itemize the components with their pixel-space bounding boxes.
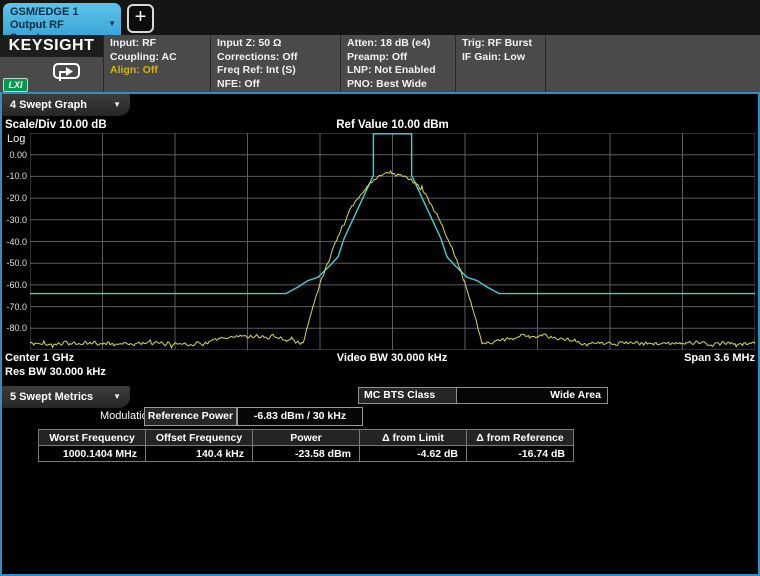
spectrum-plot-area[interactable]: [30, 133, 755, 350]
cell-delta-from-limit: -4.62 dB: [360, 446, 467, 462]
cell-power: -23.58 dBm: [253, 446, 360, 462]
mc-bts-class-control[interactable]: MC BTS Class Wide Area: [358, 387, 608, 404]
status-trig: Trig: RF Burst: [462, 37, 545, 51]
y-axis-tick-label: -10.0: [0, 171, 27, 181]
status-input-z: Input Z: 50 Ω: [217, 37, 340, 51]
system-status-bar: KEYSIGHT LXI Input: RF Coupling: AC Alig…: [0, 35, 760, 92]
status-input: Input: RF: [110, 37, 210, 51]
cell-delta-from-reference: -16.74 dB: [467, 446, 574, 462]
keysight-logo: KEYSIGHT: [0, 35, 103, 57]
status-freq-ref: Freq Ref: Int (S): [217, 64, 340, 78]
trigger-status-column[interactable]: Trig: RF Burst IF Gain: Low: [455, 35, 545, 92]
chevron-down-icon: ▼: [113, 94, 121, 116]
status-coupling: Coupling: AC: [110, 51, 210, 65]
lxi-badge: LXI: [3, 78, 28, 92]
status-lnp: LNP: Not Enabled: [347, 64, 455, 78]
y-axis-tick-label: -40.0: [0, 237, 27, 247]
y-axis-tick-label: -30.0: [0, 215, 27, 225]
measurement-tab[interactable]: GSM/EDGE 1 Output RF Spectrum ▼: [3, 3, 121, 35]
reference-power-label: Reference Power: [144, 407, 237, 426]
status-nfe: NFE: Off: [217, 78, 340, 92]
y-axis-tick-label: -60.0: [0, 280, 27, 290]
y-axis-tick-label: -50.0: [0, 258, 27, 268]
y-axis-tick-label: 0.00: [0, 150, 27, 160]
chevron-down-icon: ▼: [113, 386, 121, 408]
video-bw-annotation: Video BW 30.000 kHz: [292, 352, 492, 364]
reference-power-value: -6.83 dBm / 30 kHz: [237, 407, 363, 426]
cell-offset-frequency: 140.4 kHz: [146, 446, 253, 462]
y-axis-tick-label: -20.0: [0, 193, 27, 203]
col-header-offset-frequency: Offset Frequency: [146, 430, 253, 446]
metrics-table-header-row: Worst Frequency Offset Frequency Power Δ…: [39, 430, 574, 446]
status-corrections: Corrections: Off: [217, 51, 340, 65]
center-frequency-annotation: Center 1 GHz: [5, 352, 74, 364]
graph-view-selector-label: 4 Swept Graph: [10, 99, 87, 111]
add-measurement-button[interactable]: +: [127, 4, 154, 33]
frequency-status-column[interactable]: Input Z: 50 Ω Corrections: Off Freq Ref:…: [210, 35, 340, 92]
status-pno: PNO: Best Wide: [347, 78, 455, 92]
y-axis-tick-label: -70.0: [0, 302, 27, 312]
status-align: Align: Off: [110, 64, 210, 78]
metrics-view-selector[interactable]: 5 Swept Metrics ▼: [2, 386, 130, 408]
amplitude-scale-label: Log: [7, 133, 25, 145]
col-header-power: Power: [253, 430, 360, 446]
col-header-delta-from-limit: Δ from Limit: [360, 430, 467, 446]
metrics-table-value-row: 1000.1404 MHz 140.4 kHz -23.58 dBm -4.62…: [39, 446, 574, 462]
metrics-table: Worst Frequency Offset Frequency Power Δ…: [38, 429, 574, 462]
tab-title: GSM/EDGE 1: [10, 6, 107, 19]
cell-worst-frequency: 1000.1404 MHz: [39, 446, 146, 462]
span-annotation: Span 3.6 MHz: [650, 352, 755, 364]
status-if-gain: IF Gain: Low: [462, 51, 545, 65]
tab-dropdown-icon[interactable]: ▼: [108, 17, 116, 30]
metrics-view-selector-label: 5 Swept Metrics: [10, 391, 93, 403]
ref-value-annotation: Ref Value 10.00 dBm: [310, 119, 475, 131]
input-status-column[interactable]: Input: RF Coupling: AC Align: Off: [103, 35, 210, 92]
status-atten: Atten: 18 dB (e4): [347, 37, 455, 51]
res-bw-annotation: Res BW 30.000 kHz: [5, 366, 106, 378]
status-preamp: Preamp: Off: [347, 51, 455, 65]
scale-div-annotation: Scale/Div 10.00 dB: [5, 119, 107, 131]
plus-icon: +: [135, 6, 147, 28]
graph-view-selector[interactable]: 4 Swept Graph ▼: [2, 94, 130, 116]
keysight-logo-block: KEYSIGHT LXI: [0, 35, 103, 92]
mc-bts-class-value[interactable]: Wide Area: [456, 388, 607, 403]
mc-bts-class-label: MC BTS Class: [359, 388, 456, 403]
amplitude-status-column[interactable]: Atten: 18 dB (e4) Preamp: Off LNP: Not E…: [340, 35, 455, 92]
y-axis-tick-label: -80.0: [0, 323, 27, 333]
col-header-delta-from-reference: Δ from Reference: [467, 430, 574, 446]
keysight-speech-bubble-icon: [52, 62, 82, 84]
instrument-screen: GSM/EDGE 1 Output RF Spectrum ▼ + KEYSIG…: [0, 0, 760, 576]
col-header-worst-frequency: Worst Frequency: [39, 430, 146, 446]
empty-status-column: [545, 35, 760, 92]
